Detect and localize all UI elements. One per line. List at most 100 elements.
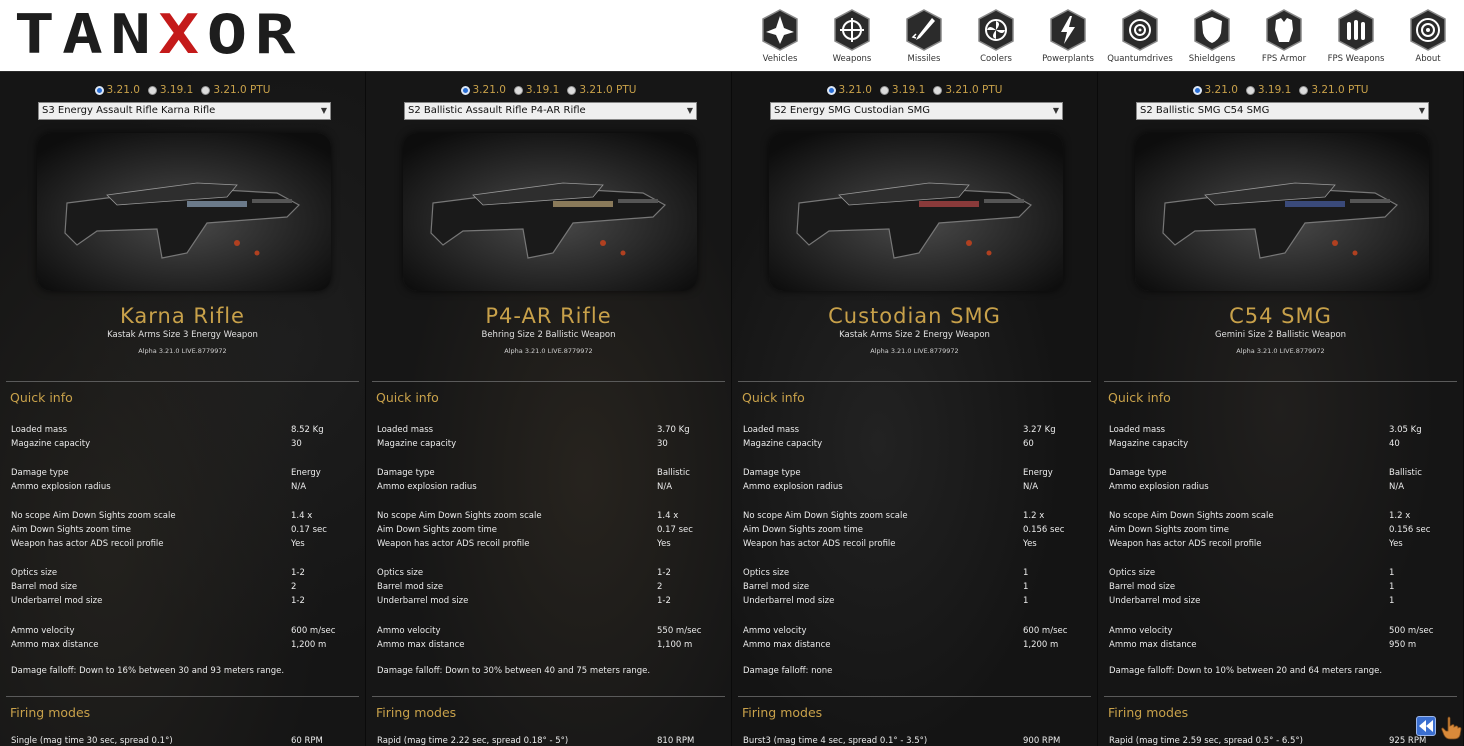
fan-icon xyxy=(976,8,1016,52)
stat-label: Ammo explosion radius xyxy=(11,482,111,492)
radio-button[interactable] xyxy=(1299,85,1309,95)
radio-button[interactable] xyxy=(1245,85,1255,95)
nav-label: Shieldgens xyxy=(1188,54,1236,64)
radio-button[interactable] xyxy=(1192,85,1202,95)
weapon-select[interactable]: S2 Ballistic SMG C54 SMG ▼ xyxy=(1136,102,1429,120)
nav-item-powerplants[interactable]: Powerplants xyxy=(1032,0,1104,72)
version-option[interactable]: 3.21.0 xyxy=(94,84,140,96)
weapon-name: Custodian SMG xyxy=(828,304,1001,328)
stat-value: N/A xyxy=(657,482,673,492)
stat-value: 1.2 x xyxy=(1023,511,1045,521)
hand-icon[interactable] xyxy=(1440,716,1462,740)
stat-label: Weapon has actor ADS recoil profile xyxy=(1109,539,1262,549)
nav-item-shieldgens[interactable]: Shieldgens xyxy=(1176,0,1248,72)
chevron-down-icon: ▼ xyxy=(686,106,693,115)
stat-label: Aim Down Sights zoom time xyxy=(11,525,131,535)
stat-row-ammo-max-distance: Ammo max distance 1,200 m xyxy=(743,640,1091,652)
version-option[interactable]: 3.21.0 PTU xyxy=(1299,84,1368,96)
weapon-column: 3.21.0 3.19.1 3.21.0 PTU S3 Energy Assault … xyxy=(0,72,366,746)
nav-item-coolers[interactable]: Coolers xyxy=(960,0,1032,72)
stat-label: Loaded mass xyxy=(377,425,434,435)
firing-modes-title: Firing modes xyxy=(742,705,823,720)
stat-row-optics-size: Optics size 1 xyxy=(1109,568,1457,580)
weapon-select-value: S2 Ballistic Assault Rifle P4-AR Rifle xyxy=(408,105,586,116)
nav-item-weapons[interactable]: Weapons xyxy=(816,0,888,72)
weapon-select[interactable]: S2 Energy SMG Custodian SMG ▼ xyxy=(770,102,1063,120)
weapon-select-value: S2 Ballistic SMG C54 SMG xyxy=(1140,105,1270,116)
version-option[interactable]: 3.21.0 PTU xyxy=(567,84,636,96)
version-option[interactable]: 3.19.1 xyxy=(147,84,193,96)
divider xyxy=(1104,381,1457,382)
stat-value: 0.156 sec xyxy=(1389,525,1431,535)
stat-label: Weapon has actor ADS recoil profile xyxy=(11,539,164,549)
version-label: 3.21.0 PTU xyxy=(579,84,637,96)
rewind-button[interactable] xyxy=(1416,716,1436,736)
stat-value: 500 m/sec xyxy=(1389,626,1434,636)
nav-item-quantumdrives[interactable]: Quantumdrives xyxy=(1104,0,1176,72)
version-label: 3.21.0 PTU xyxy=(945,84,1003,96)
damage-falloff-text: Damage falloff: Down to 16% between 30 a… xyxy=(11,666,285,676)
version-option[interactable]: 3.19.1 xyxy=(513,84,559,96)
version-option[interactable]: 3.19.1 xyxy=(879,84,925,96)
radio-button[interactable] xyxy=(826,85,836,95)
stat-row-optics-size: Optics size 1-2 xyxy=(377,568,725,580)
stat-row-damage-type: Damage type Energy xyxy=(743,468,1091,480)
stat-row-loaded-mass: Loaded mass 3.27 Kg xyxy=(743,425,1091,437)
version-option[interactable]: 3.21.0 PTU xyxy=(201,84,270,96)
stat-value: Energy xyxy=(1023,468,1053,478)
nav-item-fps-weapons[interactable]: FPS Weapons xyxy=(1320,0,1392,72)
nav-label: FPS Armor xyxy=(1261,54,1307,64)
shield-icon xyxy=(1192,8,1232,52)
version-option[interactable]: 3.21.0 xyxy=(826,84,872,96)
stat-value: 1 xyxy=(1389,596,1395,606)
radio-button[interactable] xyxy=(513,85,523,95)
quick-info-title: Quick info xyxy=(742,390,805,405)
radio-button[interactable] xyxy=(94,85,104,95)
stat-value: 1,100 m xyxy=(657,640,693,650)
stat-label: Magazine capacity xyxy=(11,439,91,449)
radio-button[interactable] xyxy=(460,85,470,95)
radio-button[interactable] xyxy=(567,85,577,95)
weapon-subtitle: Kastak Arms Size 2 Energy Weapon xyxy=(839,330,990,340)
stat-value: Yes xyxy=(1389,539,1403,549)
nav-item-vehicles[interactable]: Vehicles xyxy=(744,0,816,72)
stat-value: 550 m/sec xyxy=(657,626,702,636)
vehicles-icon xyxy=(760,8,800,52)
stat-row-underbarrel-mod-size: Underbarrel mod size 1-2 xyxy=(11,596,359,608)
stat-row-ads-recoil: Weapon has actor ADS recoil profile Yes xyxy=(377,539,725,551)
version-option[interactable]: 3.21.0 PTU xyxy=(933,84,1002,96)
stat-row-ads-zoom-time: Aim Down Sights zoom time 0.17 sec xyxy=(11,525,359,537)
stat-label: Weapon has actor ADS recoil profile xyxy=(743,539,896,549)
firing-rpm: 925 RPM xyxy=(1389,736,1427,746)
radio-button[interactable] xyxy=(201,85,211,95)
radio-button[interactable] xyxy=(147,85,157,95)
firing-mode: Rapid (mag time 2.22 sec, spread 0.18° -… xyxy=(377,736,569,746)
ammo-icon xyxy=(1336,8,1376,52)
stat-value: 3.05 Kg xyxy=(1389,425,1422,435)
nav-label: FPS Weapons xyxy=(1327,54,1385,64)
crosshair-icon xyxy=(832,8,872,52)
weapon-select[interactable]: S2 Ballistic Assault Rifle P4-AR Rifle ▼ xyxy=(404,102,697,120)
version-option[interactable]: 3.19.1 xyxy=(1245,84,1291,96)
nav-item-fps-armor[interactable]: FPS Armor xyxy=(1248,0,1320,72)
nav-item-about[interactable]: About xyxy=(1392,0,1464,72)
stat-value: 1 xyxy=(1389,568,1395,578)
radio-button[interactable] xyxy=(933,85,943,95)
nav-label: About xyxy=(1415,54,1441,64)
stat-label: No scope Aim Down Sights zoom scale xyxy=(11,511,176,521)
nav-item-missiles[interactable]: Missiles xyxy=(888,0,960,72)
radio-button[interactable] xyxy=(879,85,889,95)
version-option[interactable]: 3.21.0 xyxy=(460,84,506,96)
version-option[interactable]: 3.21.0 xyxy=(1192,84,1238,96)
stat-label: Underbarrel mod size xyxy=(11,596,103,606)
stat-row-no-scope-zoom: No scope Aim Down Sights zoom scale 1.4 x xyxy=(11,511,359,523)
weapon-select[interactable]: S3 Energy Assault Rifle Karna Rifle ▼ xyxy=(38,102,331,120)
stat-label: Loaded mass xyxy=(743,425,800,435)
tanxor-logo[interactable]: TANXOR xyxy=(14,8,303,62)
stat-value: 0.17 sec xyxy=(657,525,693,535)
stat-value: 1,200 m xyxy=(291,640,327,650)
stat-row-optics-size: Optics size 1-2 xyxy=(11,568,359,580)
stat-label: Optics size xyxy=(1109,568,1156,578)
missile-icon xyxy=(904,8,944,52)
chevron-down-icon: ▼ xyxy=(320,106,327,115)
